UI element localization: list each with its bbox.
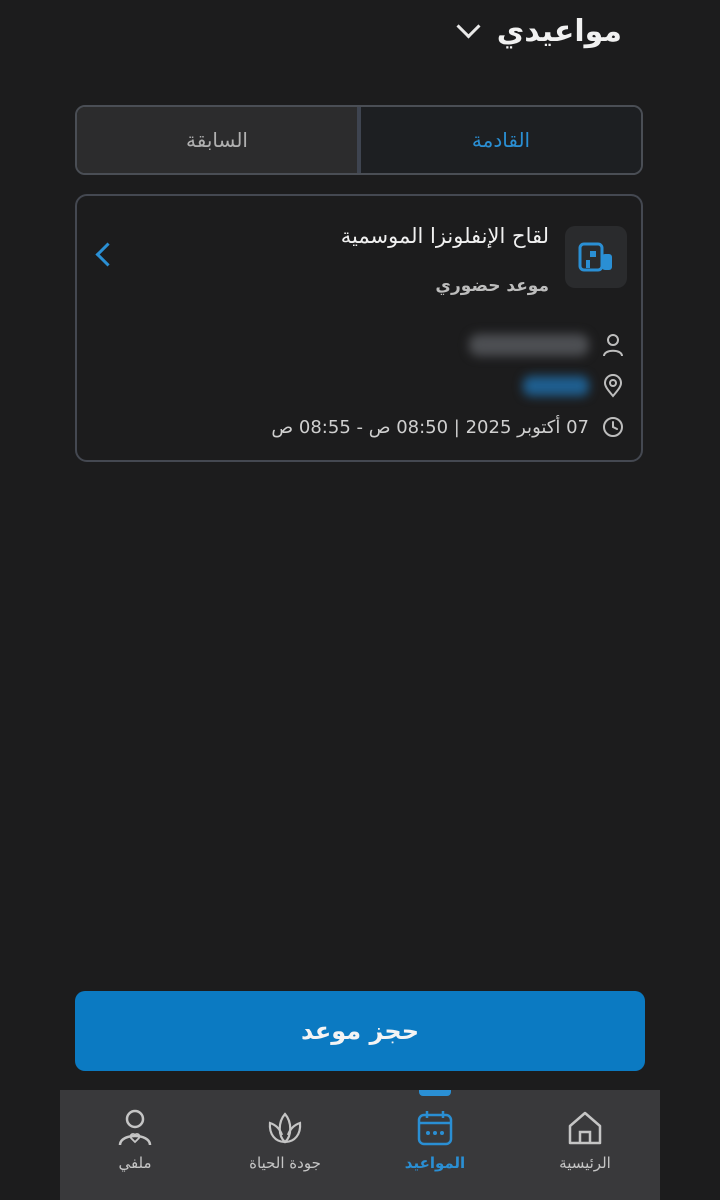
appointment-type: موعد حضوري: [435, 276, 549, 296]
person-icon: [601, 333, 625, 357]
nav-item-quality-of-life[interactable]: جودة الحياة: [210, 1090, 360, 1200]
doctor-name-blurred: [469, 334, 589, 356]
nav-label-appointments: المواعيد: [404, 1154, 466, 1172]
nav-label-home: الرئيسية: [559, 1154, 611, 1172]
appointment-datetime: 07 أكتوبر 2025 | 08:50 ص - 08:55 ص: [271, 416, 589, 438]
chevron-left-icon[interactable]: [95, 242, 120, 267]
profile-icon: [118, 1109, 152, 1146]
clinic-icon: [565, 226, 627, 288]
clock-icon: [601, 415, 625, 439]
appointments-screen: مواعيدي القادمة السابقة لقاح الإنفلونزا …: [0, 0, 720, 1200]
lotus-icon: [268, 1112, 302, 1144]
appointments-tabs: القادمة السابقة: [75, 105, 643, 175]
datetime-row: 07 أكتوبر 2025 | 08:50 ص - 08:55 ص: [271, 412, 625, 442]
calendar-icon: [417, 1111, 453, 1146]
page-title: مواعيدي: [496, 13, 622, 49]
tab-past[interactable]: السابقة: [77, 107, 361, 173]
doctor-row: [469, 330, 625, 360]
appointment-card[interactable]: لقاح الإنفلونزا الموسمية موعد حضوري 07 أ…: [75, 194, 643, 462]
nav-item-appointments[interactable]: المواعيد: [360, 1090, 510, 1200]
book-appointment-button[interactable]: حجز موعد: [75, 991, 645, 1071]
appointment-title: لقاح الإنفلونزا الموسمية: [340, 224, 549, 248]
nav-label-profile: ملفي: [118, 1154, 152, 1172]
nav-item-profile[interactable]: ملفي: [60, 1090, 210, 1200]
location-pin-icon: [601, 374, 625, 398]
home-icon: [568, 1111, 602, 1145]
chevron-down-icon[interactable]: [456, 13, 481, 39]
active-indicator: [419, 1090, 451, 1096]
tab-upcoming[interactable]: القادمة: [361, 107, 641, 173]
location-blurred: [523, 376, 589, 396]
location-row: [523, 371, 625, 401]
nav-label-quality-of-life: جودة الحياة: [249, 1154, 321, 1172]
bottom-navigation: الرئيسية المواعيد جودة الحياة ملفي: [60, 1090, 660, 1200]
header: مواعيدي: [456, 8, 622, 54]
nav-item-home[interactable]: الرئيسية: [510, 1090, 660, 1200]
